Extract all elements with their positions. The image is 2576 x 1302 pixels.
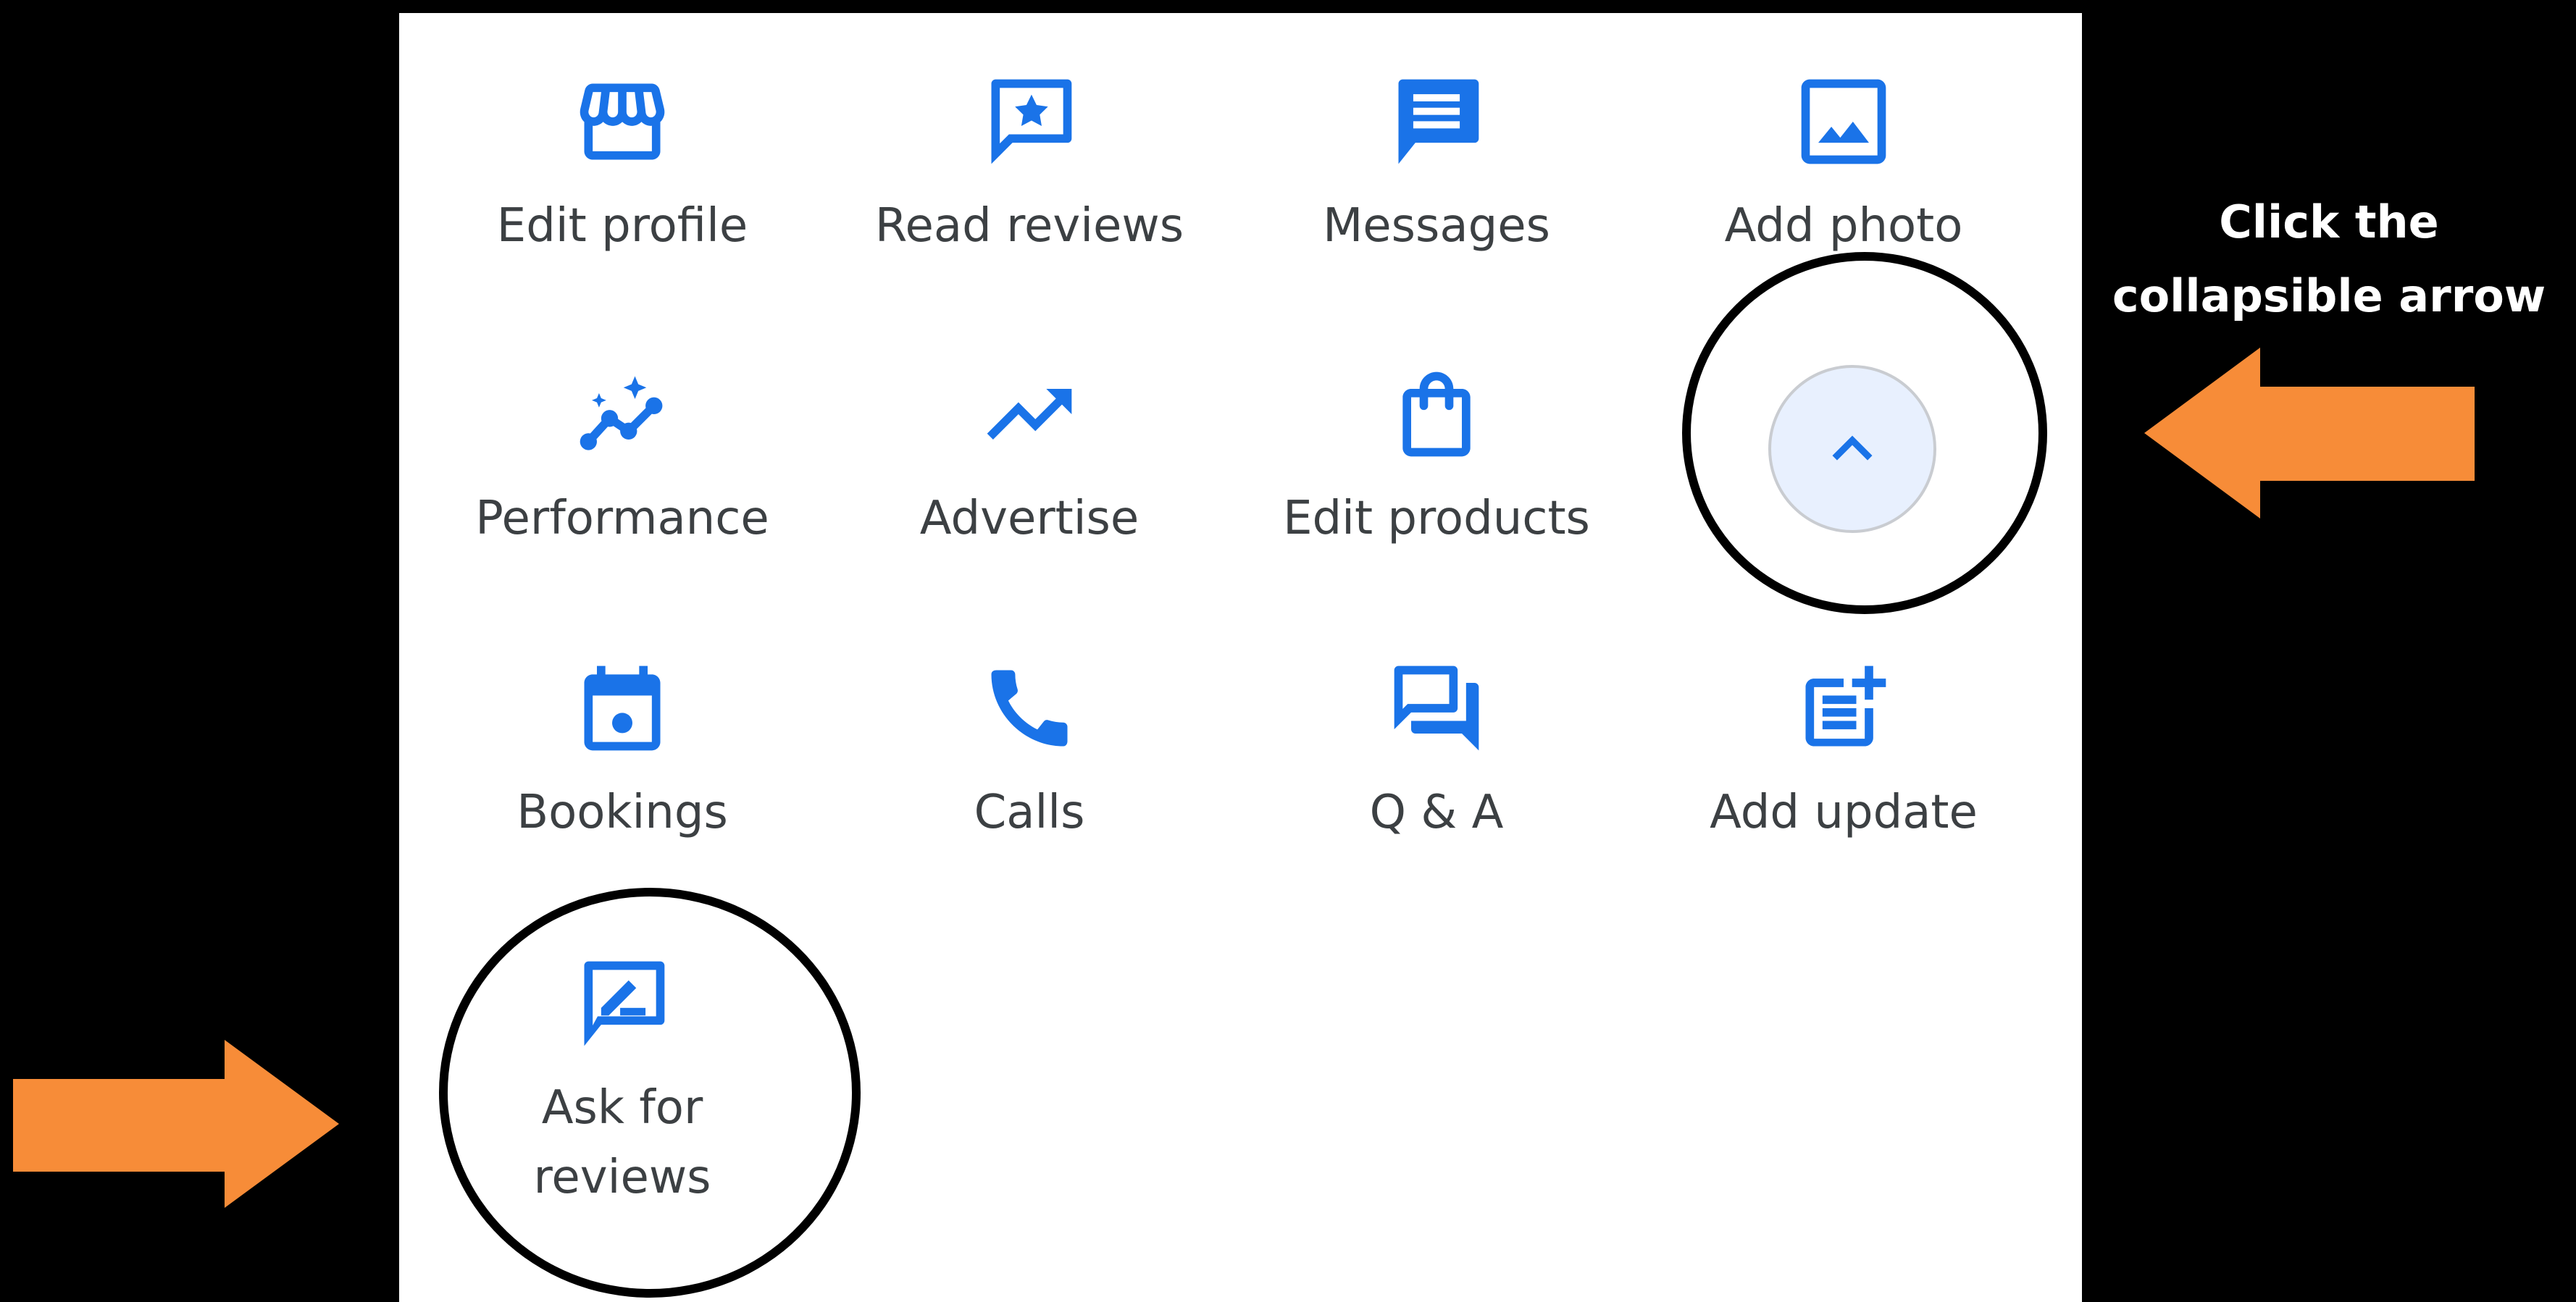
shopping-bag-icon [1386,364,1487,465]
highlight-ring-ask-for-reviews [439,888,861,1298]
messages-label: Messages [1323,199,1550,253]
q-and-a-label: Q & A [1369,786,1504,839]
performance-icon [572,364,673,465]
advertise-tile[interactable]: Advertise [841,364,1218,602]
add-photo-label: Add photo [1724,199,1963,253]
edit-products-tile[interactable]: Edit products [1248,364,1625,602]
edit-products-label: Edit products [1283,492,1590,545]
calls-tile[interactable]: Calls [841,658,1218,896]
bookings-label: Bookings [517,786,728,839]
q-and-a-tile[interactable]: Q & A [1248,658,1625,896]
performance-label: Performance [475,492,769,545]
annotation-line-1: Click the [2219,196,2439,248]
calendar-icon [572,658,673,759]
edit-profile-tile[interactable]: Edit profile [434,71,811,310]
photo-icon [1793,71,1894,172]
read-reviews-label: Read reviews [874,199,1184,253]
edit-profile-label: Edit profile [496,199,748,253]
highlight-ring-collapse [1682,252,2047,614]
performance-tile[interactable]: Performance [434,364,811,602]
message-icon [1386,71,1487,172]
forum-icon [1386,658,1487,759]
add-update-tile[interactable]: Add update [1655,658,2032,896]
add-update-label: Add update [1710,786,1978,839]
annotation-line-2: collapsible arrow [2112,269,2546,322]
phone-icon [979,658,1080,759]
calls-label: Calls [974,786,1085,839]
review-star-icon [979,71,1080,172]
advertise-label: Advertise [919,492,1139,545]
messages-tile[interactable]: Messages [1248,71,1625,310]
storefront-icon [572,71,673,172]
trending-up-icon [979,364,1080,465]
arrow-left-icon [2144,348,2475,518]
read-reviews-tile[interactable]: Read reviews [841,71,1218,310]
bookings-tile[interactable]: Bookings [434,658,811,896]
arrow-right-icon [13,1040,339,1208]
post-add-icon [1793,658,1894,759]
annotation-text: Click the collapsible arrow [2082,185,2576,333]
